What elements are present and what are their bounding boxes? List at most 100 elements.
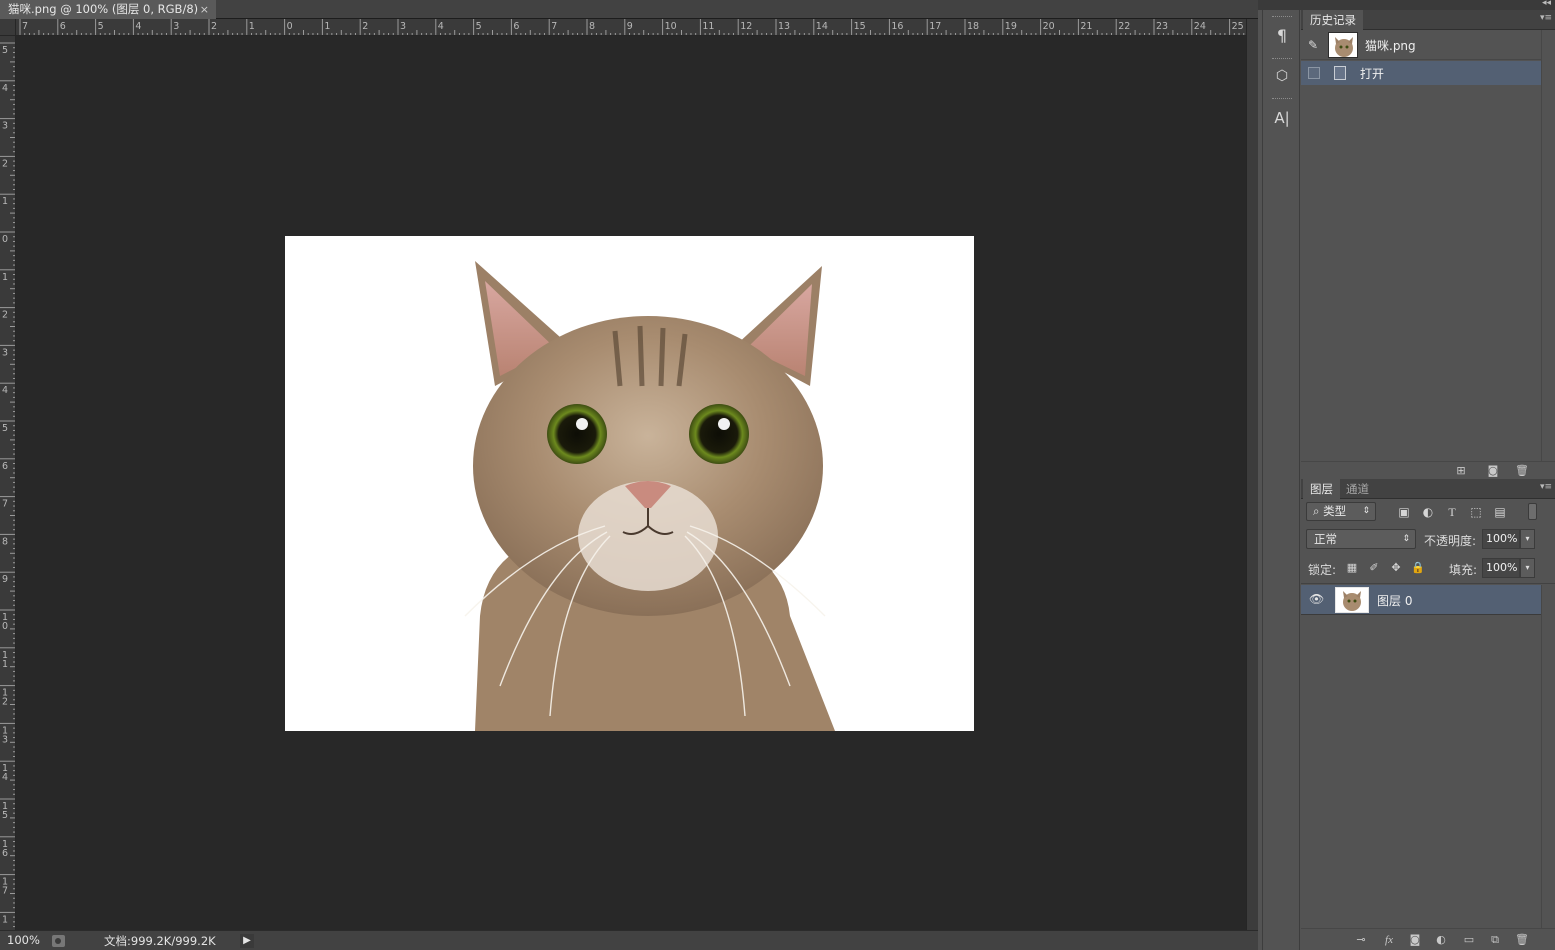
updown-icon: ⇕ xyxy=(1402,534,1410,544)
ruler-label: 3 xyxy=(173,21,179,32)
status-menu-arrow-icon[interactable]: ▶ xyxy=(240,934,254,948)
status-info-icon[interactable] xyxy=(52,935,65,947)
ruler-label: 7 xyxy=(551,21,557,32)
mask-icon[interactable]: ◙ xyxy=(1407,933,1423,947)
link-icon[interactable]: ⊸ xyxy=(1353,933,1369,947)
layers-panel-tabs: 图层 通道 ▾≡ xyxy=(1301,479,1555,499)
zoom-level[interactable]: 100% xyxy=(7,933,40,947)
layer-kind-filter[interactable]: ⌕ 类型 ⇕ xyxy=(1306,502,1376,521)
vertical-ruler[interactable]: 54321012345678910111213141516171 xyxy=(0,36,16,930)
ruler-label: 16 xyxy=(891,21,903,32)
ruler-label: 14 xyxy=(816,21,828,32)
lock-transparency-icon[interactable]: ▦ xyxy=(1345,561,1359,575)
document-window: 猫咪.png @ 100% (图层 0, RGB/8) × 7654321012… xyxy=(0,0,1258,950)
dock-grip[interactable] xyxy=(1272,58,1292,60)
ruler-label: 2 xyxy=(2,697,8,708)
ruler-label: 4 xyxy=(135,21,141,32)
tab-history[interactable]: 历史记录 xyxy=(1303,10,1363,30)
ruler-label: 25 xyxy=(1232,21,1244,32)
ruler-label: 4 xyxy=(438,21,444,32)
fill-dropdown-icon[interactable]: ▾ xyxy=(1520,558,1535,578)
shape-filter-icon[interactable]: ⬚ xyxy=(1468,504,1484,520)
panel-dock-header: ◂◂ xyxy=(1258,0,1555,10)
new-document-from-state-icon[interactable]: ⊞ xyxy=(1453,464,1469,478)
tab-channels[interactable]: 通道 xyxy=(1339,479,1376,499)
ruler-label: 1 xyxy=(2,272,8,283)
adjustment-filter-icon[interactable]: ◐ xyxy=(1420,504,1436,520)
ruler-label: 1 xyxy=(2,659,8,670)
ruler-label: 5 xyxy=(2,810,8,821)
ruler-label: 11 xyxy=(702,21,714,32)
dock-grip[interactable] xyxy=(1272,98,1292,100)
history-state[interactable]: 打开 xyxy=(1301,61,1541,85)
panels-column: 历史记录 ▾≡ ✎ 猫咪.png 打开 ⊞ ◙ 🗑 图层 通道 ▾≡ ⌕ 类型 … xyxy=(1301,10,1555,950)
vertical-scrollbar[interactable] xyxy=(1246,19,1258,930)
ruler-label: 8 xyxy=(2,536,8,547)
snapshot-name: 猫咪.png xyxy=(1365,39,1416,53)
lock-paint-icon[interactable]: ✐ xyxy=(1367,561,1381,575)
history-brush-icon[interactable]: ✎ xyxy=(1308,38,1318,52)
lock-all-icon[interactable]: 🔒 xyxy=(1411,561,1425,575)
fx-icon[interactable]: fx xyxy=(1381,933,1397,947)
dock-grip[interactable] xyxy=(1272,16,1292,18)
ruler-label: 5 xyxy=(2,45,8,56)
ruler-label: 7 xyxy=(2,886,8,897)
ruler-label: 9 xyxy=(627,21,633,32)
ruler-label: 7 xyxy=(22,21,28,32)
kind-filter-value: 类型 xyxy=(1323,504,1347,518)
close-tab-icon[interactable]: × xyxy=(200,0,209,19)
ruler-label: 1 xyxy=(2,914,8,925)
ruler-label: 21 xyxy=(1080,21,1092,32)
blend-mode-select[interactable]: 正常 ⇕ xyxy=(1306,529,1416,549)
trash-icon[interactable]: 🗑 xyxy=(1514,464,1530,478)
eye-icon[interactable]: 👁 xyxy=(1309,592,1324,606)
adjustment-icon[interactable]: ◐ xyxy=(1433,933,1449,947)
panel-menu-icon[interactable]: ▾≡ xyxy=(1540,13,1552,23)
ruler-label: 3 xyxy=(2,121,8,132)
vertical-ruler-ticks: 54321012345678910111213141516171 xyxy=(0,42,15,928)
document-tab-bar: 猫咪.png @ 100% (图层 0, RGB/8) × xyxy=(0,0,1258,19)
3d-cube-icon[interactable]: ⬡ xyxy=(1269,64,1295,88)
document-tab[interactable]: 猫咪.png @ 100% (图层 0, RGB/8) × xyxy=(0,0,216,19)
layer-name[interactable]: 图层 0 xyxy=(1377,592,1412,609)
ruler-origin[interactable] xyxy=(0,19,16,36)
panel-menu-icon[interactable]: ▾≡ xyxy=(1540,482,1552,492)
smart-object-filter-icon[interactable]: ▤ xyxy=(1492,504,1508,520)
ruler-label: 4 xyxy=(2,385,8,396)
document-tab-title: 猫咪.png @ 100% (图层 0, RGB/8) xyxy=(8,2,199,16)
history-state-label: 打开 xyxy=(1360,67,1385,81)
collapse-panels-icon[interactable]: ◂◂ xyxy=(1542,0,1551,8)
opacity-field[interactable]: 100% xyxy=(1482,529,1520,549)
ruler-label: 17 xyxy=(929,21,941,32)
new-layer-icon[interactable]: ⧉ xyxy=(1487,933,1503,947)
group-folder-icon[interactable]: ▭ xyxy=(1461,933,1477,947)
image-filter-icon[interactable]: ▣ xyxy=(1396,504,1412,520)
canvas-image[interactable] xyxy=(285,236,974,731)
history-source-checkbox[interactable] xyxy=(1308,67,1320,79)
ruler-label: 2 xyxy=(2,158,8,169)
type-filter-icon[interactable]: T xyxy=(1444,504,1460,520)
lock-position-icon[interactable]: ✥ xyxy=(1389,561,1403,575)
character-icon[interactable]: A| xyxy=(1269,106,1295,130)
cat-photo xyxy=(464,261,835,731)
ruler-label: 12 xyxy=(740,21,752,32)
ruler-label: 0 xyxy=(2,621,8,632)
horizontal-ruler[interactable]: 7 6 5 4 3 2 1 0 1 2 3 4 5 6 7 8 9 10 11 12 13 14 15 16 17 18 19 20 2… xyxy=(16,19,1246,36)
icon-dock: ¶ ⬡ A| xyxy=(1262,10,1300,950)
filter-toggle[interactable] xyxy=(1528,503,1537,520)
updown-icon: ⇕ xyxy=(1362,506,1370,516)
snapshot-thumbnail xyxy=(1328,32,1358,58)
paragraph-icon[interactable]: ¶ xyxy=(1269,24,1295,48)
layer-row[interactable]: 👁 图层 0 xyxy=(1301,585,1541,615)
history-scrollbar[interactable] xyxy=(1541,30,1555,465)
snapshot-camera-icon[interactable]: ◙ xyxy=(1485,464,1501,478)
history-snapshot[interactable]: ✎ 猫咪.png xyxy=(1301,30,1541,60)
horizontal-ruler-ticks: 7 6 5 4 3 2 1 0 1 2 3 4 5 6 7 8 9 10 11 12 13 14 15 16 17 18 19 20 2… xyxy=(19,19,1245,35)
fill-field[interactable]: 100% xyxy=(1482,558,1520,578)
layers-scrollbar[interactable] xyxy=(1541,585,1555,928)
opacity-dropdown-icon[interactable]: ▾ xyxy=(1520,529,1535,549)
tab-layers[interactable]: 图层 xyxy=(1303,479,1340,499)
trash-icon[interactable]: 🗑 xyxy=(1514,933,1530,947)
history-panel-tabs: 历史记录 ▾≡ xyxy=(1301,10,1555,30)
ruler-label: 5 xyxy=(2,423,8,434)
